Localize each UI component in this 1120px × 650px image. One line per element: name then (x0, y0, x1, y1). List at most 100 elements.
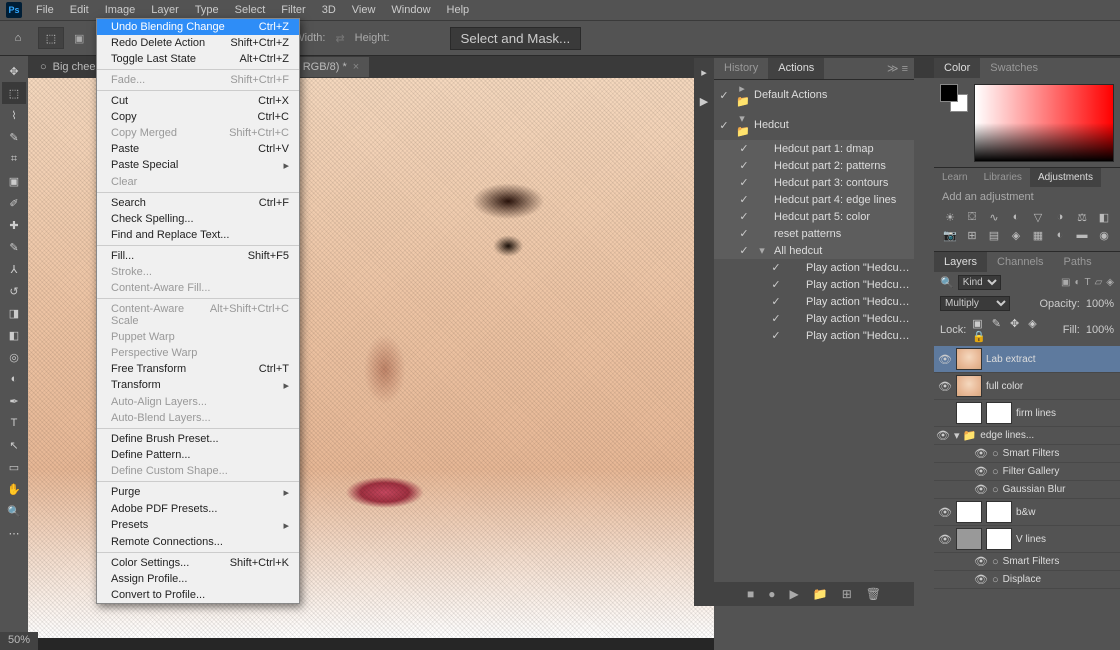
edit-menu-item[interactable]: Convert to Profile... (97, 587, 299, 603)
brush-tool-icon[interactable]: ✎ (2, 236, 26, 258)
select-and-mask-button[interactable]: Select and Mask... (450, 27, 582, 50)
hand-tool-icon[interactable]: ✋ (2, 478, 26, 500)
eyedropper-tool-icon[interactable]: ✐ (2, 192, 26, 214)
menu-select[interactable]: Select (227, 1, 274, 19)
filter-shape-icon[interactable]: ▱ (1095, 277, 1103, 288)
swap-wh-icon[interactable]: ⇄ (335, 32, 344, 45)
adj-lookup-icon[interactable]: ▤ (984, 227, 1004, 243)
crop-tool-icon[interactable]: ⌗ (2, 148, 26, 170)
close-icon[interactable]: × (353, 61, 359, 73)
adj-curves-icon[interactable]: ∿ (984, 209, 1004, 225)
layer-row[interactable]: 👁V lines (934, 526, 1120, 553)
edit-menu-item[interactable]: Define Brush Preset... (97, 431, 299, 447)
edit-menu-item[interactable]: Free TransformCtrl+T (97, 361, 299, 377)
menu-file[interactable]: File (28, 1, 62, 19)
path-tool-icon[interactable]: ↖ (2, 434, 26, 456)
lock-icons[interactable]: ▣ ✎ ✥ ◈ 🔒 (972, 317, 1056, 343)
layer-smart-filter[interactable]: 👁○Gaussian Blur (934, 481, 1120, 499)
edit-menu-item[interactable]: Remote Connections... (97, 534, 299, 550)
adj-brightness-icon[interactable]: ☀ (940, 209, 960, 225)
action-item[interactable]: ✓Hedcut part 2: patterns (714, 157, 914, 174)
edit-menu-item[interactable]: Redo Delete ActionShift+Ctrl+Z (97, 35, 299, 51)
chevron-down-icon[interactable]: ▾ 📁 (954, 429, 976, 442)
menu-image[interactable]: Image (97, 1, 144, 19)
dodge-tool-icon[interactable]: ◐ (2, 368, 26, 390)
action-item[interactable]: ✓Hedcut part 5: color (714, 208, 914, 225)
marquee-tool-icon[interactable]: ⬚ (2, 82, 26, 104)
fill-value[interactable]: 100% (1086, 324, 1114, 336)
edit-menu-item[interactable]: Find and Replace Text... (97, 227, 299, 243)
edit-menu-item[interactable]: SearchCtrl+F (97, 195, 299, 211)
menu-type[interactable]: Type (187, 1, 227, 19)
edit-menu-item[interactable]: Check Spelling... (97, 211, 299, 227)
tab-color[interactable]: Color (934, 58, 980, 78)
shape-tool-icon[interactable]: ▭ (2, 456, 26, 478)
action-item[interactable]: ✓reset patterns (714, 225, 914, 242)
tab-paths[interactable]: Paths (1054, 252, 1102, 272)
zoom-level[interactable]: 50% (8, 634, 30, 646)
visibility-eye-icon[interactable]: 👁 (938, 380, 952, 393)
layer-smart-filter[interactable]: 👁○Smart Filters (934, 553, 1120, 571)
gradient-tool-icon[interactable]: ◧ (2, 324, 26, 346)
adj-exposure-icon[interactable]: ◐ (1006, 209, 1026, 225)
edit-menu-item[interactable]: Color Settings...Shift+Ctrl+K (97, 555, 299, 571)
filter-icon[interactable]: 🔍 (940, 276, 954, 289)
tab-libraries[interactable]: Libraries (976, 168, 1030, 187)
adj-cb-icon[interactable]: ⚖ (1072, 209, 1092, 225)
stop-icon[interactable]: ■ (747, 587, 754, 601)
color-picker[interactable] (974, 84, 1114, 162)
filter-smart-icon[interactable]: ◈ (1106, 277, 1114, 288)
visibility-eye-icon[interactable]: 👁 (974, 483, 988, 496)
record-icon[interactable]: ● (768, 587, 775, 601)
opacity-value[interactable]: 100% (1086, 298, 1114, 310)
action-play-step[interactable]: ✓Play action "Hedcut pa... (714, 327, 914, 344)
move-tool-icon[interactable]: ✥ (2, 60, 26, 82)
play-icon[interactable]: ▶ (700, 95, 708, 108)
edit-menu-item[interactable]: Paste Special▸ (97, 157, 299, 174)
action-play-step[interactable]: ✓Play action "Hedcut pa... (714, 259, 914, 276)
fg-bg-swatch[interactable] (940, 84, 968, 112)
adj-grad-icon[interactable]: ▬ (1072, 227, 1092, 243)
menu-view[interactable]: View (344, 1, 384, 19)
menu-edit[interactable]: Edit (62, 1, 97, 19)
tab-learn[interactable]: Learn (934, 168, 976, 187)
frame-tool-icon[interactable]: ▣ (2, 170, 26, 192)
edit-menu-item[interactable]: Purge▸ (97, 484, 299, 501)
edit-menu-item[interactable]: PasteCtrl+V (97, 141, 299, 157)
tab-swatches[interactable]: Swatches (980, 58, 1048, 78)
filter-type-icon[interactable]: T (1084, 277, 1090, 288)
menu-layer[interactable]: Layer (143, 1, 187, 19)
play-action-icon[interactable]: ▶ (790, 587, 799, 601)
visibility-eye-icon[interactable]: 👁 (938, 353, 952, 366)
tab-adjustments[interactable]: Adjustments (1030, 168, 1101, 187)
visibility-eye-icon[interactable]: 👁 (974, 573, 988, 586)
action-play-step[interactable]: ✓Play action "Hedcut pa... (714, 310, 914, 327)
adj-vibrance-icon[interactable]: ▽ (1028, 209, 1048, 225)
home-icon[interactable]: ⌂ (8, 28, 28, 48)
action-item[interactable]: ✓Hedcut part 3: contours (714, 174, 914, 191)
lasso-tool-icon[interactable]: ⌇ (2, 104, 26, 126)
layer-row[interactable]: 👁Lab extract (934, 346, 1120, 373)
layer-kind-select[interactable]: Kind (958, 275, 1001, 290)
filter-pixel-icon[interactable]: ▣ (1061, 277, 1070, 288)
more-tools-icon[interactable]: ⋯ (2, 522, 26, 544)
visibility-eye-icon[interactable]: 👁 (938, 506, 952, 519)
zoom-tool-icon[interactable]: 🔍 (2, 500, 26, 522)
blend-mode-select[interactable]: Multiply (940, 296, 1010, 311)
menu-filter[interactable]: Filter (273, 1, 313, 19)
stamp-tool-icon[interactable]: ⅄ (2, 258, 26, 280)
layer-row[interactable]: 👁▾ 📁edge lines... (934, 427, 1120, 445)
action-item[interactable]: ✓▾All hedcut (714, 242, 914, 259)
visibility-eye-icon[interactable]: 👁 (974, 447, 988, 460)
tab-actions[interactable]: Actions (768, 58, 824, 79)
edit-menu-item[interactable]: Adobe PDF Presets... (97, 501, 299, 517)
edit-menu-item[interactable]: Transform▸ (97, 377, 299, 394)
action-play-step[interactable]: ✓Play action "Hedcut pa... (714, 276, 914, 293)
edit-menu-item[interactable]: Fill...Shift+F5 (97, 248, 299, 264)
adj-bw-icon[interactable]: ◧ (1094, 209, 1114, 225)
action-set-default[interactable]: ✓▸ 📁Default Actions (714, 80, 914, 110)
edit-menu-item[interactable]: Define Pattern... (97, 447, 299, 463)
layer-row[interactable]: firm lines (934, 400, 1120, 427)
edit-menu-item[interactable]: Assign Profile... (97, 571, 299, 587)
menu-help[interactable]: Help (439, 1, 478, 19)
